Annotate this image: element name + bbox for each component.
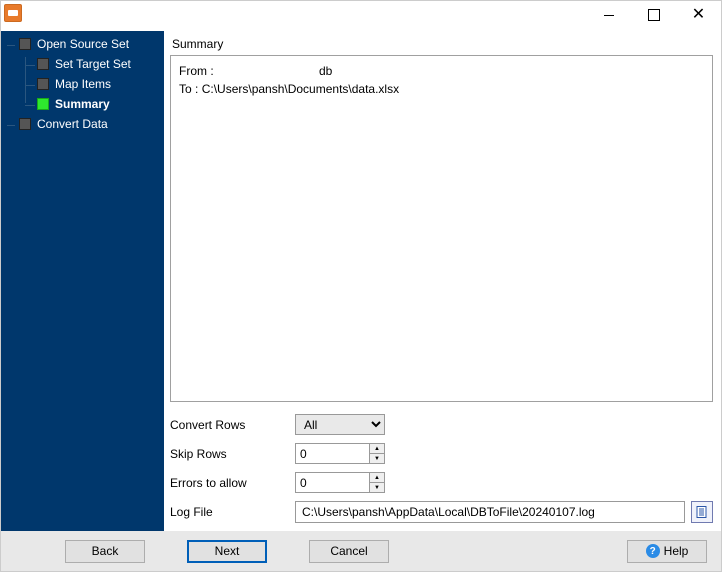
help-button[interactable]: ? Help [627,540,707,563]
sidebar-item-map-items[interactable]: Map Items [37,77,160,91]
close-button[interactable]: ✕ [676,1,721,29]
titlebar: ✕ [1,1,721,31]
sidebar-item-label: Map Items [55,77,111,91]
sidebar-item-convert-data[interactable]: Convert Data [19,117,160,131]
sidebar-item-set-target-set[interactable]: Set Target Set [37,57,160,71]
document-icon [695,505,709,519]
step-box-icon [37,98,49,110]
sidebar-item-label: Set Target Set [55,57,131,71]
skip-rows-input[interactable] [296,444,369,463]
step-box-icon [19,38,31,50]
sidebar-item-label: Summary [55,97,110,111]
back-button[interactable]: Back [65,540,145,563]
main-window: ✕ Open Source Set Set Target Set [0,0,722,572]
sidebar-item-label: Convert Data [37,117,108,131]
next-button[interactable]: Next [187,540,267,563]
errors-down-button[interactable]: ▼ [370,483,384,492]
errors-label: Errors to allow [170,476,295,490]
step-box-icon [19,118,31,130]
wizard-sidebar: Open Source Set Set Target Set [1,31,164,531]
help-icon: ? [646,544,660,558]
summary-textbox[interactable]: From : db To : C:\Users\pansh\Documents\… [170,55,713,402]
summary-from-value: db [319,62,332,80]
step-box-icon [37,78,49,90]
logfile-input[interactable] [295,501,685,523]
summary-to-value: C:\Users\pansh\Documents\data.xlsx [202,82,399,96]
minimize-button[interactable] [586,1,631,29]
convert-rows-select[interactable]: All [295,414,385,435]
skip-rows-up-button[interactable]: ▲ [370,444,384,454]
cancel-button[interactable]: Cancel [309,540,389,563]
errors-input[interactable] [296,473,369,492]
logfile-label: Log File [170,505,295,519]
sidebar-item-label: Open Source Set [37,37,129,51]
errors-up-button[interactable]: ▲ [370,473,384,483]
convert-rows-label: Convert Rows [170,418,295,432]
maximize-button[interactable] [631,1,676,29]
skip-rows-label: Skip Rows [170,447,295,461]
main-panel: Summary From : db To : C:\Users\pansh\Do… [164,31,721,531]
sidebar-item-open-source-set[interactable]: Open Source Set [19,37,160,51]
skip-rows-down-button[interactable]: ▼ [370,454,384,463]
sidebar-item-summary[interactable]: Summary [37,97,160,111]
app-icon [4,4,22,22]
step-box-icon [37,58,49,70]
summary-from-label: From : [179,62,319,80]
summary-heading: Summary [170,35,713,55]
summary-to-label: To : [179,82,198,96]
logfile-browse-button[interactable] [691,501,713,523]
button-bar: Back Next Cancel ? Help [1,531,721,571]
